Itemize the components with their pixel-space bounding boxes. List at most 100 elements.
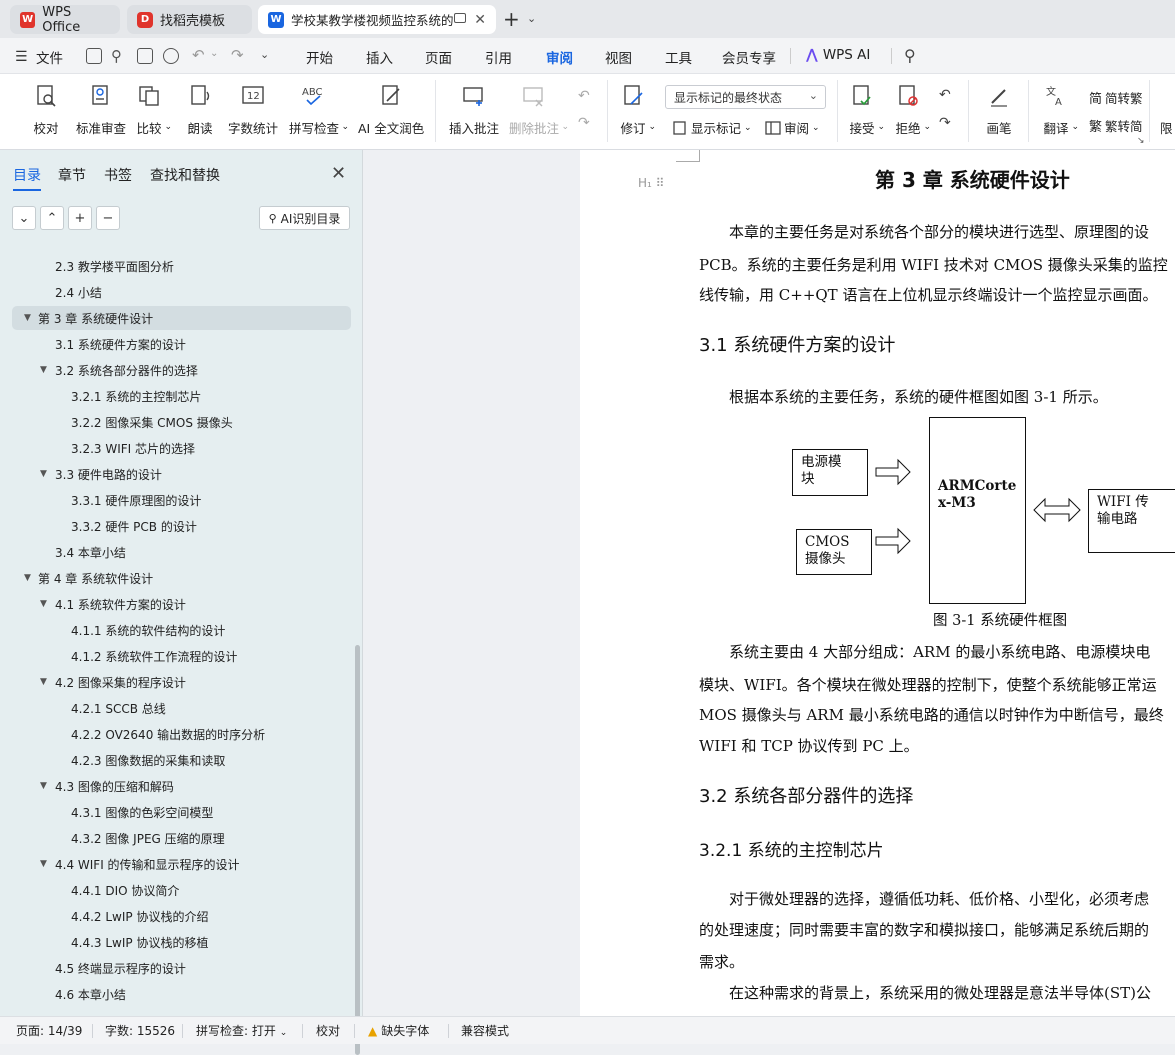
toc-item[interactable]: ▼ 3.2 系统各部分器件的选择 <box>0 358 350 382</box>
toc-item[interactable]: 3.2.1 系统的主控制芯片 <box>0 384 350 408</box>
spell-check-status[interactable]: 拼写检查: 打开 ⌄ <box>196 1022 287 1039</box>
revise-button[interactable]: 修订 ⌄ <box>620 82 656 137</box>
new-tab-button[interactable]: + <box>503 7 520 31</box>
insert-comment-button[interactable]: 插入批注 <box>449 82 499 137</box>
wps-ai-menu[interactable]: ⋀ WPS AI <box>806 47 870 63</box>
ribbon-expand-icon[interactable]: ↘ <box>1137 136 1145 146</box>
toc-item[interactable]: 2.4 小结 <box>0 280 350 304</box>
menu-page[interactable]: 页面 <box>425 47 452 67</box>
toc-item[interactable]: 4.4.1 DIO 协议简介 <box>0 878 350 902</box>
toc-scrollbar[interactable] <box>355 645 360 1055</box>
proofread-button[interactable]: 校对 <box>33 82 59 137</box>
toc-item[interactable]: 4.5 终端显示程序的设计 <box>0 956 350 980</box>
menu-member[interactable]: 会员专享 <box>722 47 776 67</box>
translate-button[interactable]: 文A 翻译 ⌄ <box>1043 82 1079 137</box>
tab-list-chevron-icon[interactable]: ⌄ <box>527 12 536 25</box>
menu-references[interactable]: 引用 <box>485 47 512 67</box>
undo-dropdown-icon[interactable]: ⌄ <box>210 48 218 59</box>
toc-item[interactable]: 4.2.2 OV2640 输出数据的时序分析 <box>0 722 350 746</box>
toc-expand-arrow-icon[interactable]: ▼ <box>40 599 47 609</box>
toc-item[interactable]: 4.2.3 图像数据的采集和读取 <box>0 748 350 772</box>
hamburger-icon[interactable]: ☰ <box>15 49 28 65</box>
tab-current-document[interactable]: W 学校某教学楼视频监控系统的 ✕ <box>258 5 496 34</box>
accept-button[interactable]: 接受 ⌄ <box>849 82 885 137</box>
toc-item[interactable]: 3.2.3 WIFI 芯片的选择 <box>0 436 350 460</box>
toc-item[interactable]: ▼ 4.1 系统软件方案的设计 <box>0 592 350 616</box>
tab-toc[interactable]: 目录 <box>13 165 41 191</box>
remove-heading-button[interactable]: − <box>96 206 120 230</box>
print-icon[interactable] <box>137 48 153 64</box>
toc-item[interactable]: 4.3.2 图像 JPEG 压缩的原理 <box>0 826 350 850</box>
spell-check-button[interactable]: ABC 拼写检查 ⌄ <box>289 82 349 137</box>
monitor-icon[interactable] <box>454 13 466 23</box>
prev-change-icon[interactable]: ↶ <box>939 87 951 103</box>
menu-review[interactable]: 审阅 <box>546 47 573 76</box>
read-aloud-button[interactable]: 朗读 <box>187 82 213 137</box>
toc-item[interactable]: 4.6 本章小结 <box>0 982 350 1006</box>
pen-button[interactable]: 画笔 <box>986 82 1012 137</box>
show-markup-button[interactable]: 显示标记 ⌄ <box>672 118 752 137</box>
simplified-to-traditional-button[interactable]: 简简转繁 <box>1089 88 1143 107</box>
toc-item[interactable]: 4.4.3 LwIP 协议栈的移植 <box>0 930 350 954</box>
tab-docer-templates[interactable]: D 找稻壳模板 <box>127 5 252 34</box>
compare-button[interactable]: 比较 ⌄ <box>136 82 172 137</box>
standard-review-button[interactable]: 标准审查 <box>76 82 126 137</box>
share-icon[interactable]: ⚲ <box>111 47 122 65</box>
close-tab-icon[interactable]: ✕ <box>474 12 486 28</box>
add-heading-button[interactable]: + <box>68 206 92 230</box>
delete-comment-button[interactable]: 删除批注 ⌄ <box>509 82 569 137</box>
toc-item[interactable]: ▼ 3.3 硬件电路的设计 <box>0 462 350 486</box>
close-pane-icon[interactable]: ✕ <box>331 163 346 184</box>
toc-expand-arrow-icon[interactable]: ▼ <box>40 859 47 869</box>
restrict-editing-button[interactable]: 限 <box>1160 118 1173 137</box>
toc-item[interactable]: 4.4.2 LwIP 协议栈的介绍 <box>0 904 350 928</box>
more-chevron-icon[interactable]: ⌄ <box>260 48 269 61</box>
document-page[interactable]: H₁ ⠿ 第 3 章 系统硬件设计 本章的主要任务是对系统各个部分的模块进行选型… <box>580 150 1175 1016</box>
expand-down-button[interactable]: ⌄ <box>12 206 36 230</box>
toc-expand-arrow-icon[interactable]: ▼ <box>24 573 31 583</box>
ai-toc-button[interactable]: ⚲ AI识别目录 <box>259 206 350 230</box>
next-comment-icon[interactable]: ↷ <box>578 115 590 131</box>
toc-item[interactable]: 3.3.1 硬件原理图的设计 <box>0 488 350 512</box>
toc-item[interactable]: ▼ 第 4 章 系统软件设计 <box>0 566 350 590</box>
review-pane-button[interactable]: 审阅 ⌄ <box>765 118 820 137</box>
toc-item[interactable]: 4.1.2 系统软件工作流程的设计 <box>0 644 350 668</box>
toc-item[interactable]: 4.1.1 系统的软件结构的设计 <box>0 618 350 642</box>
toc-item[interactable]: 3.2.2 图像采集 CMOS 摄像头 <box>0 410 350 434</box>
menu-insert[interactable]: 插入 <box>366 47 393 67</box>
search-icon[interactable]: ⚲ <box>904 46 916 65</box>
toc-expand-arrow-icon[interactable]: ▼ <box>40 677 47 687</box>
tab-wps-office[interactable]: W WPS Office <box>10 5 120 35</box>
toc-expand-arrow-icon[interactable]: ▼ <box>40 469 47 479</box>
heading-marker-icon[interactable]: H₁ ⠿ <box>638 176 664 190</box>
toc-item[interactable]: 4.3.1 图像的色彩空间模型 <box>0 800 350 824</box>
menu-file[interactable]: 文件 <box>36 47 63 67</box>
tab-bookmarks[interactable]: 书签 <box>104 165 132 185</box>
save-icon[interactable] <box>86 48 102 64</box>
toc-item[interactable]: ▼ 4.3 图像的压缩和解码 <box>0 774 350 798</box>
reject-button[interactable]: 拒绝 ⌄ <box>895 82 931 137</box>
toc-expand-arrow-icon[interactable]: ▼ <box>40 365 47 375</box>
menu-home[interactable]: 开始 <box>306 47 333 67</box>
toc-item[interactable]: ▼ 4.4 WIFI 的传输和显示程序的设计 <box>0 852 350 876</box>
menu-view[interactable]: 视图 <box>605 47 632 67</box>
toc-item[interactable]: ▼ 4.2 图像采集的程序设计 <box>0 670 350 694</box>
toc-expand-arrow-icon[interactable]: ▼ <box>40 781 47 791</box>
tab-find-replace[interactable]: 查找和替换 <box>150 165 220 185</box>
toc-expand-arrow-icon[interactable]: ▼ <box>24 313 31 323</box>
compat-mode-status[interactable]: 兼容模式 <box>461 1022 509 1039</box>
page-indicator[interactable]: 页面: 14/39 <box>16 1022 82 1039</box>
toc-item[interactable]: 3.3.2 硬件 PCB 的设计 <box>0 514 350 538</box>
print-preview-icon[interactable] <box>163 48 179 64</box>
markup-state-select[interactable]: 显示标记的最终状态 ⌄ <box>665 85 826 109</box>
ai-polish-button[interactable]: AI 全文润色 <box>358 82 424 137</box>
tab-sections[interactable]: 章节 <box>58 165 86 185</box>
undo-icon[interactable]: ↶ <box>192 46 205 64</box>
toc-item[interactable]: 3.4 本章小结 <box>0 540 350 564</box>
traditional-to-simplified-button[interactable]: 繁繁转简 <box>1089 116 1143 135</box>
menu-tools[interactable]: 工具 <box>665 47 692 67</box>
toc-item[interactable]: 2.3 教学楼平面图分析 <box>0 254 350 278</box>
next-change-icon[interactable]: ↷ <box>939 115 951 131</box>
toc-item[interactable]: ▼ 第 3 章 系统硬件设计 <box>12 306 351 330</box>
redo-icon[interactable]: ↷ <box>231 46 244 64</box>
